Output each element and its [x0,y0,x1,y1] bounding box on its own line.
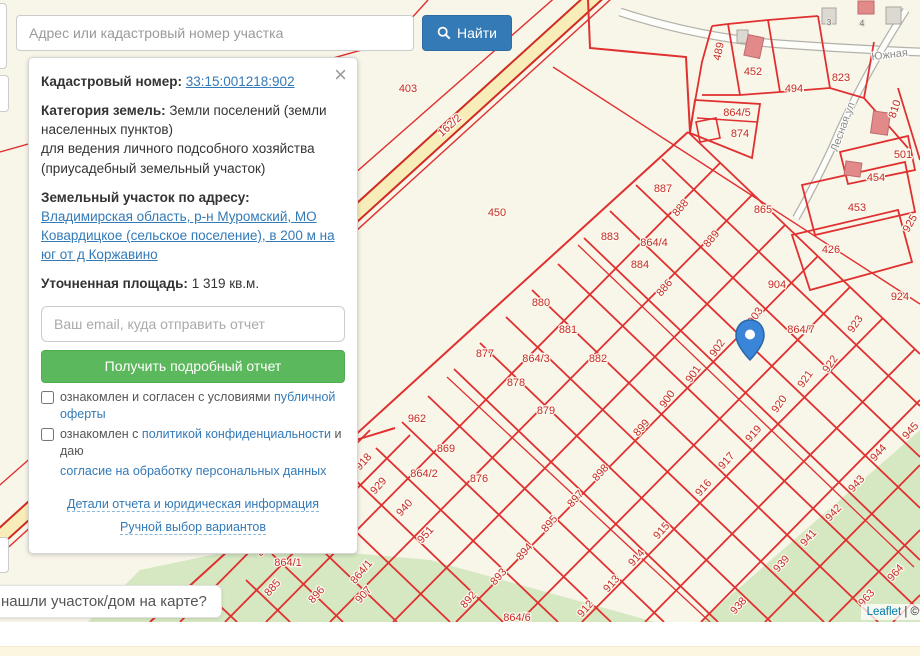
parcel-label: 924 [891,291,909,303]
parcel-label: 864/3 [522,353,550,365]
bottom-white-strip [0,622,920,646]
email-field[interactable] [41,306,345,342]
parcel-label: 904 [768,279,786,291]
parcel-label: 864/5 [723,107,751,119]
area-label: Уточненная площадь: [41,276,188,291]
area-value: 1 319 кв.м. [192,276,259,291]
attribution-rest: | © [901,606,919,618]
edge-panel-bottom [0,75,9,112]
parcel-label: 879 [537,405,555,417]
marker-hole [745,330,755,340]
manual-select-link[interactable]: Ручной выбор вариантов [120,520,266,535]
category-text-2: для ведения личного подсобного хозяйства [41,141,315,156]
search-bar: Найти [16,15,512,51]
parcel-label: 426 [822,244,840,256]
get-report-button[interactable]: Получить подробный отчет [41,350,345,383]
consents: ознакомлен и согласен с условиями публич… [41,389,345,481]
parcel-label: 454 [867,172,885,184]
parcel-label: 876 [470,473,488,485]
consent-offer-text: ознакомлен и согласен с условиями публич… [60,389,345,424]
parcel-label: 869 [437,443,455,455]
parcel-label: 864/6 [503,612,531,622]
map-attribution: Leaflet | © [861,604,920,620]
parcel-label: 882 [589,353,607,365]
close-icon[interactable]: × [334,64,347,86]
parcel-info-panel: × Кадастровый номер: 33:15:001218:902 Ка… [28,57,358,554]
cadastral-label: Кадастровый номер: [41,74,182,89]
offer-checkbox[interactable] [41,391,54,404]
cadastral-row: Кадастровый номер: 33:15:001218:902 [41,72,345,91]
area-row: Уточненная площадь: 1 319 кв.м. [41,274,345,293]
privacy-checkbox[interactable] [41,428,54,441]
search-icon [437,26,451,40]
map-hint-tooltip: нашли участок/дом на карте? [0,585,222,618]
parcel-label: 864/7 [787,324,815,336]
parcel-label: 864/4 [640,237,668,249]
parcel-label: 864/2 [410,468,438,480]
edge-panel-top [0,3,7,69]
parcel-label: 878 [507,377,525,389]
cadastral-number-link[interactable]: 33:15:001218:902 [186,74,295,89]
address-label: Земельный участок по адресу: [41,190,250,205]
search-button-label: Найти [457,25,497,41]
parcel-label: 887 [654,183,672,195]
parcel-label: 864/1 [274,557,302,569]
category-text-3: (приусадебный земельный участок) [41,161,265,176]
address-row: Земельный участок по адресу: Владимирска… [41,188,345,265]
parcel-label: 453 [848,202,866,214]
parcel-label: 962 [408,413,426,425]
house-number: 4 [860,18,865,28]
parcel-label: 865 [754,204,772,216]
parcel-label: 880 [532,297,550,309]
privacy-policy-link[interactable]: политикой конфиденциальности [142,427,331,441]
panel-footer-links: Детали отчета и юридическая информация Р… [41,494,345,539]
parcel-label: 874 [731,128,749,140]
parcel-label: 877 [476,348,494,360]
personal-data-link[interactable]: согласие на обработку персональных данны… [60,464,326,478]
parcel-label: 494 [785,83,803,95]
search-input[interactable] [16,15,414,51]
consent-personal-data-row: согласие на обработку персональных данны… [41,463,345,481]
edge-panel-lower [0,537,9,573]
parcel-label: 501 [894,149,912,161]
parcel-label: 884 [631,259,649,271]
consent-privacy-row: ознакомлен с политикой конфиденциальност… [41,426,345,461]
parcel-label: 452 [744,66,762,78]
house-number: 3 [827,17,832,27]
parcel-label: 403 [399,83,417,95]
consent-offer-row: ознакомлен и согласен с условиями публич… [41,389,345,424]
category-label: Категория земель: [41,103,166,118]
parcel-label: 883 [601,231,619,243]
category-row: Категория земель: Земли поселений (земли… [41,101,345,178]
privacy-text-1: ознакомлен с [60,427,138,441]
address-link[interactable]: Владимирская область, р-н Муромский, МО … [41,209,335,262]
search-button[interactable]: Найти [422,15,512,51]
parcel-label: 823 [832,72,850,84]
consent-privacy-text: ознакомлен с политикой конфиденциальност… [60,426,345,461]
parcel-label: 450 [488,207,506,219]
leaflet-link[interactable]: Leaflet [867,606,902,618]
report-details-link[interactable]: Детали отчета и юридическая информация [67,497,319,512]
parcel-label: 881 [559,324,577,336]
offer-text: ознакомлен и согласен с условиями [60,390,271,404]
